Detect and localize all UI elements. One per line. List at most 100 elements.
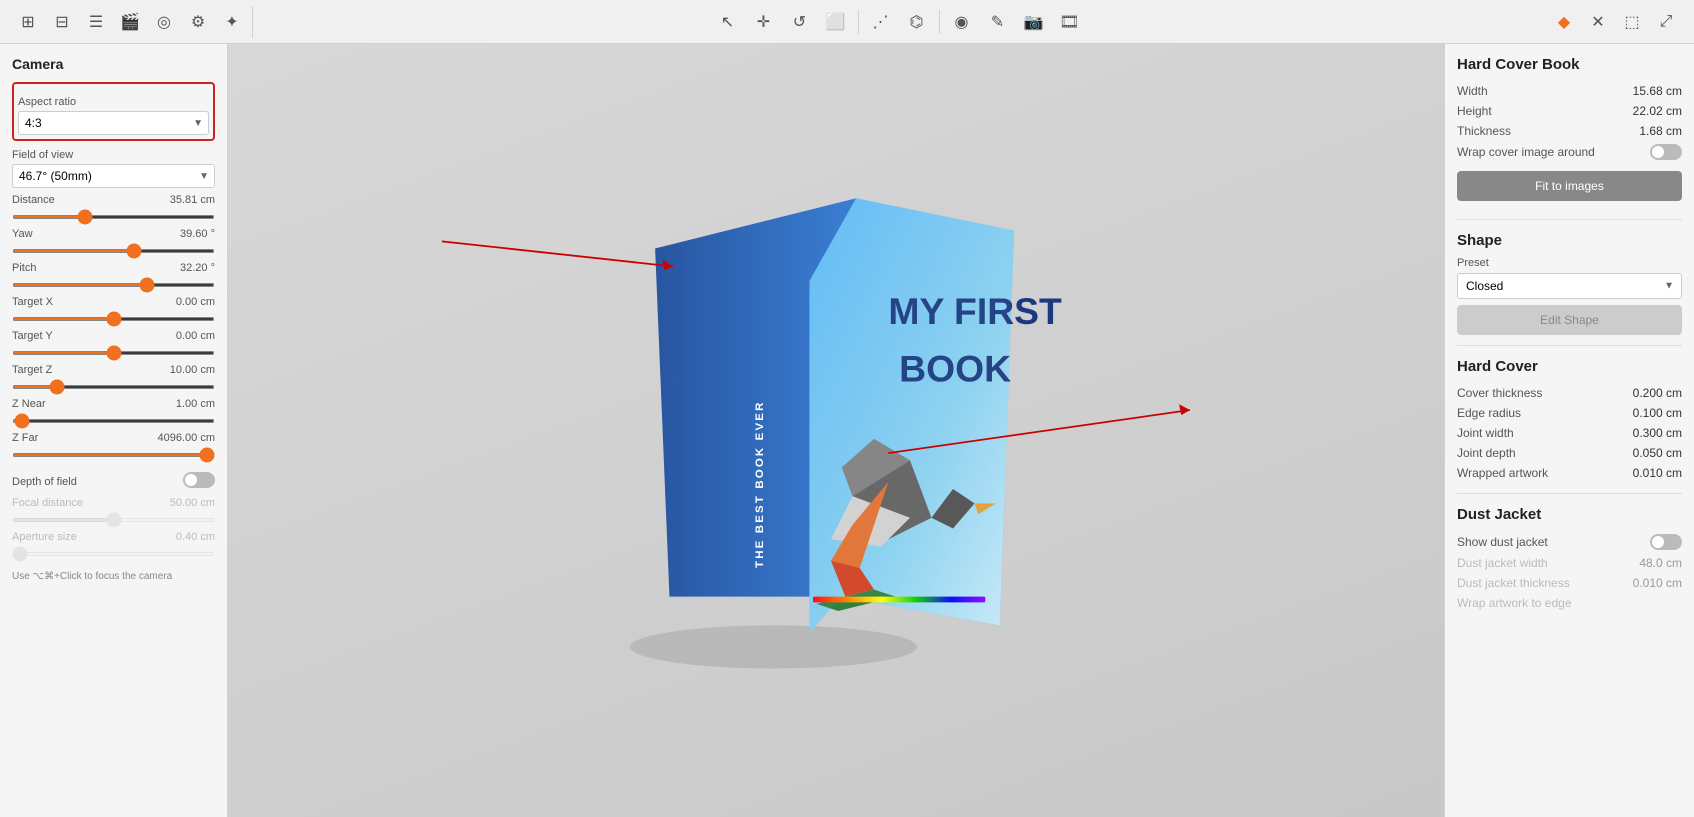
cursor-icon[interactable]: ↖ <box>712 6 744 38</box>
show-dust-jacket-row: Show dust jacket <box>1457 531 1682 553</box>
arrowhead-2 <box>1179 404 1190 415</box>
shape-section-title: Shape <box>1457 232 1682 249</box>
clapper-icon[interactable]: 🎬 <box>114 6 146 38</box>
thickness-value: 1.68 cm <box>1639 124 1682 138</box>
arrow-line-1 <box>442 241 673 266</box>
target-icon[interactable]: ◎ <box>148 6 180 38</box>
yaw-value: 39.60 ° <box>165 228 215 240</box>
nodes-icon[interactable]: ⋰ <box>865 6 897 38</box>
dust-jacket-section-title: Dust Jacket <box>1457 506 1682 523</box>
joint-depth-value: 0.050 cm <box>1633 446 1682 460</box>
fit-to-images-button[interactable]: Fit to images <box>1457 171 1682 201</box>
thickness-label: Thickness <box>1457 124 1511 138</box>
distance-slider[interactable] <box>12 215 215 219</box>
settings-icon[interactable]: ⚙ <box>182 6 214 38</box>
viewport-icon[interactable]: ⬚ <box>1616 6 1648 38</box>
thickness-row: Thickness 1.68 cm <box>1457 121 1682 141</box>
section-divider-1 <box>1457 219 1682 220</box>
yaw-slider-container <box>12 242 215 256</box>
book-viewport: THE BEST BOOK EVER MY FIRST BOOK <box>228 44 1444 817</box>
fov-select[interactable]: 46.7° (50mm) 30° (80mm) 75° (24mm) <box>12 164 215 188</box>
expand-icon[interactable]: ⤢ <box>1650 6 1682 38</box>
fov-select-wrapper: 46.7° (50mm) 30° (80mm) 75° (24mm) ▼ <box>12 164 215 188</box>
zfar-slider[interactable] <box>12 453 215 457</box>
width-row: Width 15.68 cm <box>1457 81 1682 101</box>
targety-row: Target Y 0.00 cm <box>12 330 215 342</box>
canvas-area[interactable]: THE BEST BOOK EVER MY FIRST BOOK <box>228 44 1444 817</box>
dust-jacket-width-row: Dust jacket width 48.0 cm <box>1457 553 1682 573</box>
edge-radius-label: Edge radius <box>1457 406 1521 420</box>
bone-icon[interactable]: ⌬ <box>901 6 933 38</box>
left-panel: Camera Aspect ratio 4:3 16:9 1:1 Custom … <box>0 44 228 817</box>
aperture-slider[interactable] <box>12 552 215 556</box>
focal-slider-container <box>12 511 215 525</box>
grid-large-icon[interactable]: ⊟ <box>46 6 78 38</box>
spine-text: THE BEST BOOK EVER <box>754 400 766 567</box>
height-label: Height <box>1457 104 1492 118</box>
grid-small-icon[interactable]: ⊞ <box>12 6 44 38</box>
wrap-cover-toggle[interactable] <box>1650 144 1682 160</box>
book-shadow <box>630 625 917 668</box>
targetx-slider[interactable] <box>12 317 215 321</box>
width-value: 15.68 cm <box>1633 84 1682 98</box>
yaw-slider[interactable] <box>12 249 215 253</box>
targety-label: Target Y <box>12 330 82 342</box>
dust-jacket-thickness-value: 0.010 cm <box>1633 576 1682 590</box>
aspect-ratio-label: Aspect ratio <box>18 96 209 108</box>
targetx-row: Target X 0.00 cm <box>12 296 215 308</box>
toolbar-group-center: ↖ ✛ ↺ ⬜ ⋰ ⌬ ◉ ✎ 📷 🎞 <box>257 6 1540 38</box>
main-area: Camera Aspect ratio 4:3 16:9 1:1 Custom … <box>0 44 1694 817</box>
focal-slider[interactable] <box>12 518 215 522</box>
move-icon[interactable]: ✛ <box>748 6 780 38</box>
znear-slider[interactable] <box>12 419 215 423</box>
aspect-ratio-box: Aspect ratio 4:3 16:9 1:1 Custom ▼ <box>12 82 215 141</box>
section-divider-2 <box>1457 345 1682 346</box>
targetz-label: Target Z <box>12 364 82 376</box>
znear-slider-container <box>12 412 215 426</box>
preset-select[interactable]: Closed Open Half Open <box>1457 273 1682 299</box>
aperture-slider-container <box>12 545 215 559</box>
sun-icon[interactable]: ✦ <box>216 6 248 38</box>
pitch-slider[interactable] <box>12 283 215 287</box>
dust-jacket-width-value: 48.0 cm <box>1639 556 1682 570</box>
edge-radius-row: Edge radius 0.100 cm <box>1457 403 1682 423</box>
distance-value: 35.81 cm <box>165 194 215 206</box>
distance-row: Distance 35.81 cm <box>12 194 215 206</box>
yaw-label: Yaw <box>12 228 82 240</box>
wrap-artwork-edge-row: Wrap artwork to edge <box>1457 593 1682 613</box>
focal-label: Focal distance <box>12 497 83 509</box>
toolbar: ⊞ ⊟ ☰ 🎬 ◎ ⚙ ✦ ↖ ✛ ↺ ⬜ ⋰ ⌬ ◉ ✎ 📷 🎞 ◆ ✕ ⬚ … <box>0 0 1694 44</box>
camera-icon[interactable]: 📷 <box>1018 6 1050 38</box>
toolbar-group-right: ◆ ✕ ⬚ ⤢ <box>1544 6 1686 38</box>
rotate-icon[interactable]: ↺ <box>784 6 816 38</box>
show-dust-jacket-toggle[interactable] <box>1650 534 1682 550</box>
targetx-value: 0.00 cm <box>165 296 215 308</box>
dust-jacket-width-label: Dust jacket width <box>1457 556 1548 570</box>
film-icon[interactable]: 🎞 <box>1054 6 1086 38</box>
aspect-ratio-select[interactable]: 4:3 16:9 1:1 Custom <box>18 111 209 135</box>
fov-label: Field of view <box>12 149 215 161</box>
dof-toggle[interactable] <box>183 472 215 488</box>
aperture-label: Aperture size <box>12 531 77 543</box>
aspect-ratio-select-wrapper: 4:3 16:9 1:1 Custom ▼ <box>18 111 209 135</box>
toolbar-divider <box>858 10 859 34</box>
orange-cube-icon[interactable]: ◆ <box>1548 6 1580 38</box>
targetx-label: Target X <box>12 296 82 308</box>
dof-label: Depth of field <box>12 476 77 488</box>
toolbar-divider2 <box>939 10 940 34</box>
pitch-label: Pitch <box>12 262 82 274</box>
camera-hint: Use ⌥⌘+Click to focus the camera <box>12 571 215 582</box>
edit-icon[interactable]: ✎ <box>982 6 1014 38</box>
menu-icon[interactable]: ☰ <box>80 6 112 38</box>
dust-jacket-thickness-label: Dust jacket thickness <box>1457 576 1570 590</box>
edit-shape-button[interactable]: Edit Shape <box>1457 305 1682 335</box>
focal-row: Focal distance 50.00 cm <box>12 497 215 509</box>
targety-slider[interactable] <box>12 351 215 355</box>
znear-label: Z Near <box>12 398 82 410</box>
wrap-artwork-edge-label: Wrap artwork to edge <box>1457 596 1572 610</box>
close-circle-icon[interactable]: ✕ <box>1582 6 1614 38</box>
circle-icon[interactable]: ◉ <box>946 6 978 38</box>
monitor-icon[interactable]: ⬜ <box>820 6 852 38</box>
wrapped-artwork-row: Wrapped artwork 0.010 cm <box>1457 463 1682 483</box>
targetz-slider[interactable] <box>12 385 215 389</box>
